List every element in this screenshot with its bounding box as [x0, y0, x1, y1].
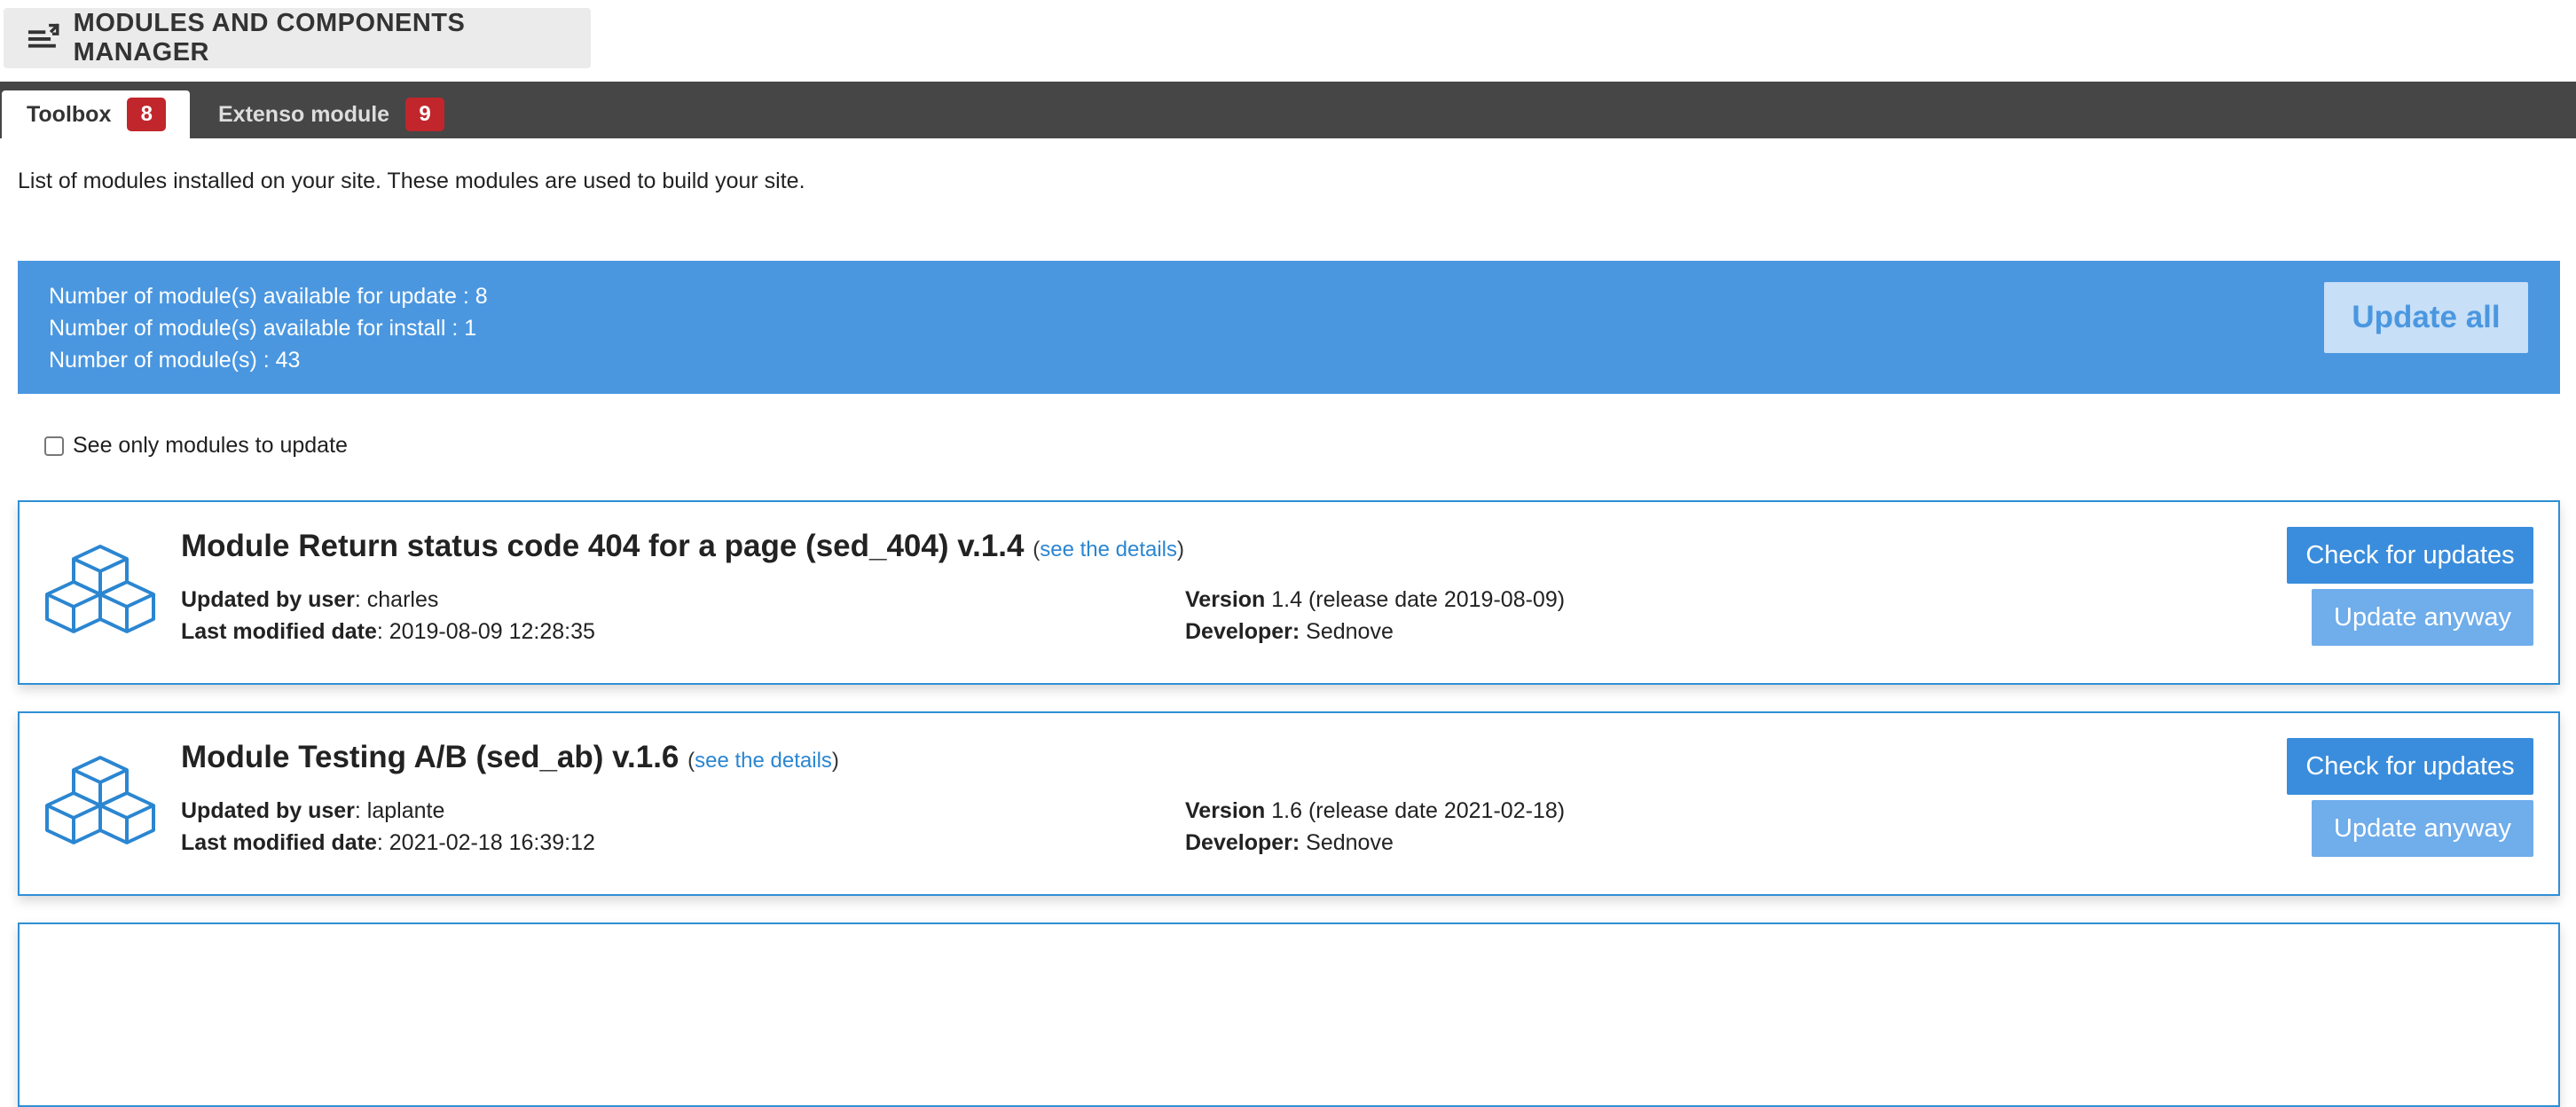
see-details-link[interactable]: see the details	[1040, 538, 1177, 561]
version-label: Version	[1185, 587, 1266, 612]
updated-by-label: Updated by user	[181, 587, 355, 612]
summary-panel: Number of module(s) available for update…	[18, 261, 2560, 394]
last-modified-label: Last modified date	[181, 619, 377, 644]
install-available-count: Number of module(s) available for instal…	[49, 316, 477, 341]
intro-text: List of modules installed on your site. …	[18, 169, 805, 193]
module-details: (see the details)	[687, 749, 839, 773]
module-meta-left: Updated by user: laplante Last modified …	[181, 798, 595, 855]
see-details-link[interactable]: see the details	[695, 749, 832, 773]
module-settings-icon	[27, 23, 59, 48]
version-value: 1.6 (release date 2021-02-18)	[1271, 798, 1566, 823]
cubes-icon	[45, 756, 155, 844]
module-meta-right: Version 1.4 (release date 2019-08-09) De…	[1185, 584, 1565, 648]
module-card-partial	[18, 922, 2560, 1107]
cubes-icon	[45, 545, 155, 633]
see-only-updates-checkbox[interactable]	[44, 436, 64, 456]
update-anyway-button[interactable]: Update anyway	[2312, 800, 2533, 857]
module-card: Module Return status code 404 for a page…	[18, 500, 2560, 685]
tab-bar: Toolbox 8 Extenso module 9	[0, 82, 2576, 138]
update-available-count: Number of module(s) available for update…	[49, 284, 488, 309]
module-card: Module Testing A/B (sed_ab) v.1.6 (see t…	[18, 711, 2560, 896]
page-title: MODULES AND COMPONENTS MANAGER	[73, 9, 466, 67]
updated-by-value: laplante	[366, 798, 445, 823]
check-for-updates-button[interactable]: Check for updates	[2287, 527, 2533, 584]
tab-toolbox-count-badge: 8	[127, 98, 167, 131]
tab-toolbox-label: Toolbox	[27, 101, 112, 127]
last-modified-value: 2021-02-18 16:39:12	[389, 830, 595, 855]
module-name: Module Testing A/B (sed_ab) v.1.6	[181, 740, 679, 774]
module-meta-left: Updated by user: charles Last modified d…	[181, 587, 595, 644]
updated-by-value: charles	[366, 587, 439, 612]
last-modified-label: Last modified date	[181, 830, 377, 855]
module-meta-right: Version 1.6 (release date 2021-02-18) De…	[1185, 795, 1565, 859]
see-only-updates-label[interactable]: See only modules to update	[73, 433, 348, 459]
tab-extenso-module-label: Extenso module	[218, 101, 390, 127]
module-name: Module Return status code 404 for a page…	[181, 529, 1025, 563]
version-label: Version	[1185, 798, 1266, 823]
last-modified-value: 2019-08-09 12:28:35	[389, 619, 595, 644]
filter-row: See only modules to update	[44, 433, 348, 459]
update-all-button[interactable]: Update all	[2324, 282, 2528, 353]
developer-value: Sednove	[1306, 830, 1394, 855]
tab-extenso-module-count-badge: 9	[405, 98, 445, 131]
developer-value: Sednove	[1306, 619, 1394, 644]
update-anyway-button[interactable]: Update anyway	[2312, 589, 2533, 646]
updated-by-label: Updated by user	[181, 798, 355, 823]
check-for-updates-button[interactable]: Check for updates	[2287, 738, 2533, 795]
tab-extenso-module[interactable]: Extenso module 9	[193, 90, 451, 138]
version-value: 1.4 (release date 2019-08-09)	[1271, 587, 1566, 612]
total-modules-count: Number of module(s) : 43	[49, 348, 301, 373]
tab-toolbox[interactable]: Toolbox 8	[2, 90, 190, 138]
module-details: (see the details)	[1033, 538, 1185, 561]
developer-label: Developer:	[1185, 619, 1300, 644]
developer-label: Developer:	[1185, 830, 1300, 855]
page-title-box: MODULES AND COMPONENTS MANAGER	[4, 8, 591, 68]
